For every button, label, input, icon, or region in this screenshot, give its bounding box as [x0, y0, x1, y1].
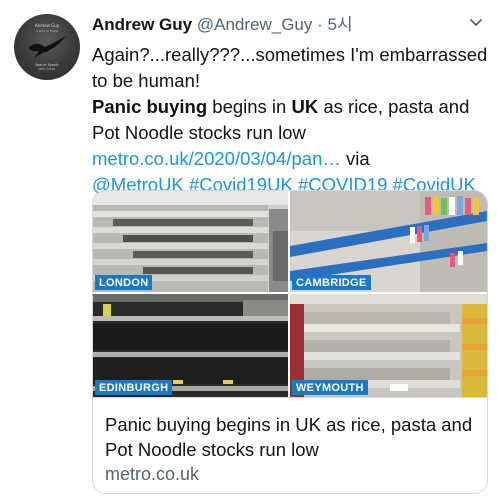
- svg-text:who Cares: who Cares: [39, 67, 56, 71]
- tweet-line-2: Panic buying begins in UK as rice, pasta…: [92, 94, 492, 146]
- image-label-cambridge: CAMBRIDGE: [292, 275, 371, 290]
- card-title[interactable]: Panic buying begins in UK as rice, pasta…: [105, 412, 477, 462]
- image-label-edinburgh: EDINBURGH: [95, 380, 173, 395]
- image-label-weymouth: WEYMOUTH: [292, 380, 368, 395]
- chevron-down-icon[interactable]: [468, 14, 484, 30]
- bold-uk: UK: [291, 96, 319, 117]
- author-name[interactable]: Andrew Guy: [92, 15, 192, 34]
- card-body[interactable]: Panic buying begins in UK as rice, pasta…: [93, 397, 487, 493]
- svg-text:A Bird In Flight: A Bird In Flight: [36, 29, 59, 33]
- card-domain[interactable]: metro.co.uk: [105, 464, 199, 485]
- bird-silhouette-icon: Andrew Guy A Bird In Flight Real or Spoo…: [28, 23, 66, 71]
- tweet-line-3: metro.co.uk/2020/03/04/pan… via: [92, 146, 492, 172]
- avatar[interactable]: Andrew Guy A Bird In Flight Real or Spoo…: [14, 14, 80, 80]
- separator-dot: ·: [317, 15, 323, 34]
- image-cambridge[interactable]: CAMBRIDGE: [290, 191, 487, 292]
- text-begins-in: begins in: [207, 96, 292, 117]
- bold-panic-buying: Panic buying: [92, 96, 208, 117]
- image-weymouth[interactable]: WEYMOUTH: [290, 294, 487, 397]
- tweet-header: Andrew Guy @Andrew_Guy · 5시: [92, 14, 353, 36]
- svg-text:Andrew Guy: Andrew Guy: [35, 23, 60, 28]
- link-preview-card[interactable]: LONDON CAMBRIDGE EDINBURGH WEYMOUTH Pani…: [92, 190, 488, 494]
- article-link[interactable]: metro.co.uk/2020/03/04/pan…: [92, 148, 341, 169]
- via-text: via: [340, 148, 370, 169]
- image-label-london: LONDON: [95, 275, 153, 290]
- tweet-time[interactable]: 5시: [328, 15, 353, 34]
- tweet-body: Again?...really???...sometimes I'm embar…: [92, 42, 492, 198]
- image-london[interactable]: LONDON: [93, 191, 288, 292]
- card-image-grid[interactable]: LONDON CAMBRIDGE EDINBURGH WEYMOUTH: [93, 191, 487, 397]
- author-handle[interactable]: @Andrew_Guy: [197, 15, 313, 34]
- tweet-line-1: Again?...really???...sometimes I'm embar…: [92, 44, 488, 91]
- image-edinburgh[interactable]: EDINBURGH: [93, 294, 288, 397]
